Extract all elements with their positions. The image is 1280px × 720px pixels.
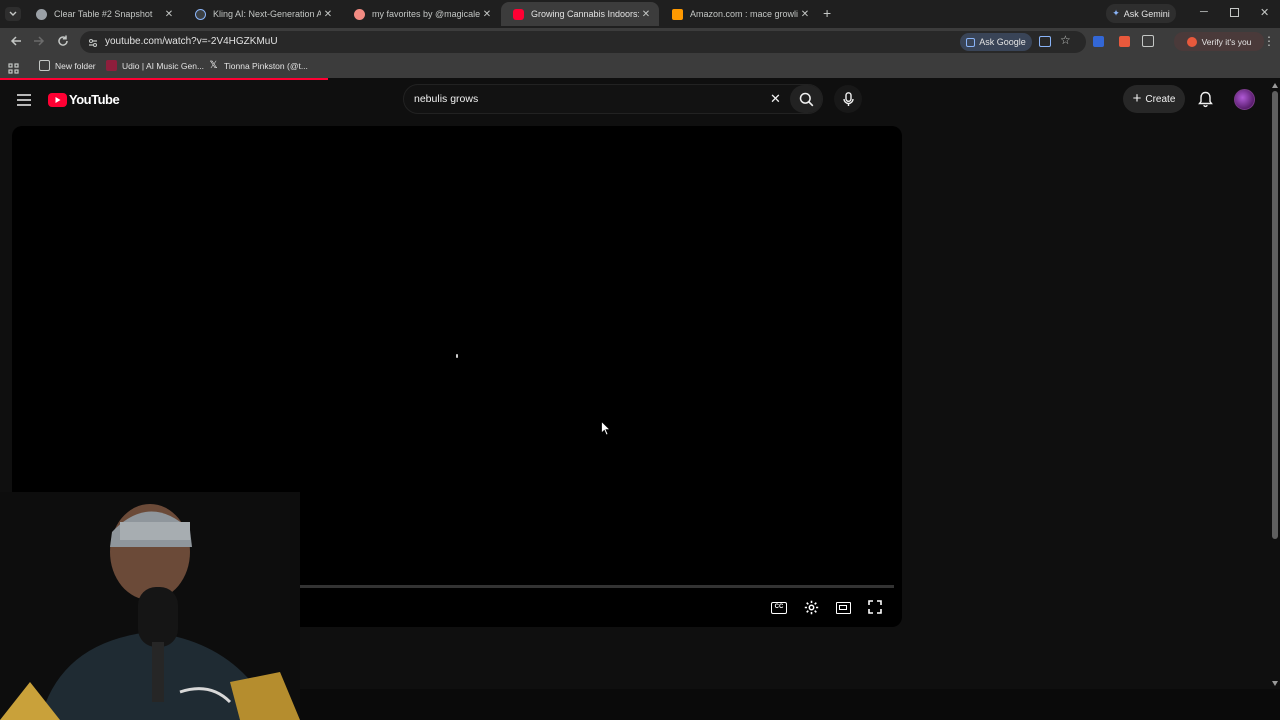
site-info-icon[interactable] xyxy=(87,36,99,54)
gemini-icon: ✦ xyxy=(1112,8,1120,18)
page-load-progress-fill xyxy=(0,78,328,80)
voice-search-button[interactable] xyxy=(834,85,862,113)
forward-icon[interactable] xyxy=(32,34,46,53)
back-icon[interactable] xyxy=(9,34,23,53)
subtitles-cc-icon[interactable]: CC xyxy=(771,602,787,614)
fullscreen-icon[interactable] xyxy=(868,600,882,619)
reload-icon[interactable] xyxy=(56,34,70,53)
close-tab-icon[interactable]: ✕ xyxy=(639,9,653,20)
url-text: youtube.com/watch?v=-2V4HGZKMuU xyxy=(105,36,278,47)
minimize-icon[interactable]: ─ xyxy=(1200,6,1208,18)
account-avatar[interactable] xyxy=(1234,89,1255,110)
settings-gear-icon[interactable] xyxy=(804,600,819,620)
clear-search-icon[interactable]: ✕ xyxy=(770,91,781,107)
tab-1[interactable]: Kling AI: Next-Generation AI Cr ✕ xyxy=(183,2,341,26)
folder-icon xyxy=(39,60,50,71)
install-app-icon[interactable] xyxy=(1039,36,1051,47)
extension-icon[interactable] xyxy=(1093,36,1104,47)
lens-icon xyxy=(966,37,976,47)
profile-small-avatar xyxy=(1186,36,1197,47)
bookmark-udio[interactable]: Udio | AI Music Gen... xyxy=(106,60,204,71)
search-input[interactable]: nebulis grows xyxy=(414,93,478,105)
browser-toolbar: youtube.com/watch?v=-2V4HGZKMuU Ask Goog… xyxy=(0,28,1280,56)
restore-icon[interactable] xyxy=(1230,8,1239,17)
close-tab-icon[interactable]: ✕ xyxy=(162,9,176,20)
youtube-favicon-icon xyxy=(513,8,524,20)
close-window-icon[interactable]: ✕ xyxy=(1260,6,1269,19)
ask-gemini-button[interactable]: ✦ Ask Gemini xyxy=(1106,4,1176,23)
extensions-puzzle-icon[interactable] xyxy=(1142,35,1154,47)
tab-favicon-icon xyxy=(195,8,206,20)
plus-icon: + xyxy=(1132,90,1142,107)
tab-title: Kling AI: Next-Generation AI Cr xyxy=(213,9,321,19)
create-button[interactable]: + Create xyxy=(1123,85,1185,113)
tab-title: Amazon.com : mace growlight xyxy=(690,9,798,19)
tab-title: my favorites by @magicalelecti xyxy=(372,9,480,19)
search-icon xyxy=(799,92,813,106)
bookmark-label: Tionna Pinkston (@t... xyxy=(224,60,308,71)
youtube-header: YouTube nebulis grows ✕ + Create xyxy=(0,81,1280,121)
guide-menu-icon[interactable] xyxy=(17,93,31,111)
x-logo-icon: 𝕏 xyxy=(209,60,218,71)
bookmark-x-tionna[interactable]: 𝕏 Tionna Pinkston (@t... xyxy=(208,60,308,71)
tab-search-icon[interactable] xyxy=(5,7,21,21)
verify-label: Verify it's you xyxy=(1201,36,1252,47)
address-bar[interactable]: youtube.com/watch?v=-2V4HGZKMuU Ask Goog… xyxy=(80,31,1086,53)
tab-4[interactable]: Amazon.com : mace growlight ✕ xyxy=(660,2,818,26)
extension-icon[interactable] xyxy=(1119,36,1130,47)
scroll-up-icon[interactable] xyxy=(1272,83,1278,88)
close-tab-icon[interactable]: ✕ xyxy=(321,9,335,20)
tab-title: Growing Cannabis Indoors: We xyxy=(531,9,639,19)
ask-google-label: Ask Google xyxy=(979,37,1026,47)
tab-strip: Clear Table #2 Snapshot ✕ Kling AI: Next… xyxy=(0,0,1280,28)
microphone-icon xyxy=(842,91,854,106)
close-tab-icon[interactable]: ✕ xyxy=(480,9,494,20)
tab-0[interactable]: Clear Table #2 Snapshot ✕ xyxy=(24,2,182,26)
bookmark-star-icon[interactable]: ☆ xyxy=(1060,33,1071,47)
search-box[interactable]: nebulis grows ✕ xyxy=(403,84,823,114)
new-tab-icon[interactable]: + xyxy=(823,5,831,21)
ask-gemini-label: Ask Gemini xyxy=(1123,8,1170,19)
bookmarks-bar: New folder Udio | AI Music Gen... 𝕏 Tion… xyxy=(0,56,1280,78)
bookmark-label: Udio | AI Music Gen... xyxy=(122,60,205,71)
apps-grid-icon[interactable] xyxy=(8,61,19,79)
loading-spinner xyxy=(456,354,458,358)
udio-icon xyxy=(106,60,117,71)
tab-favicon-icon xyxy=(36,8,47,20)
tab-2[interactable]: my favorites by @magicalelecti ✕ xyxy=(342,2,500,26)
youtube-logo[interactable]: YouTube xyxy=(48,92,120,107)
tab-favicon-icon xyxy=(672,8,683,20)
tab-title: Clear Table #2 Snapshot xyxy=(54,9,153,19)
scrollbar-thumb[interactable] xyxy=(1272,91,1278,539)
webcam-overlay xyxy=(0,492,300,720)
bookmark-new-folder[interactable]: New folder xyxy=(39,60,96,71)
create-label: Create xyxy=(1145,93,1176,105)
theater-mode-icon[interactable] xyxy=(836,602,851,614)
mouse-cursor-icon xyxy=(601,420,611,441)
bookmark-label: New folder xyxy=(55,60,96,71)
chrome-menu-icon[interactable]: ⋮ xyxy=(1263,35,1275,47)
verify-button[interactable]: Verify it's you xyxy=(1174,32,1264,51)
scroll-down-icon[interactable] xyxy=(1272,681,1278,686)
close-tab-icon[interactable]: ✕ xyxy=(798,9,812,20)
ask-google-button[interactable]: Ask Google xyxy=(960,33,1032,51)
page-scrollbar[interactable] xyxy=(1270,81,1280,689)
youtube-logo-text: YouTube xyxy=(69,92,120,107)
youtube-logo-icon xyxy=(48,92,67,107)
search-button[interactable] xyxy=(790,85,822,113)
notifications-bell-icon[interactable] xyxy=(1198,91,1213,113)
tab-favicon-icon xyxy=(354,8,365,20)
tab-3[interactable]: Growing Cannabis Indoors: We ✕ xyxy=(501,2,659,26)
